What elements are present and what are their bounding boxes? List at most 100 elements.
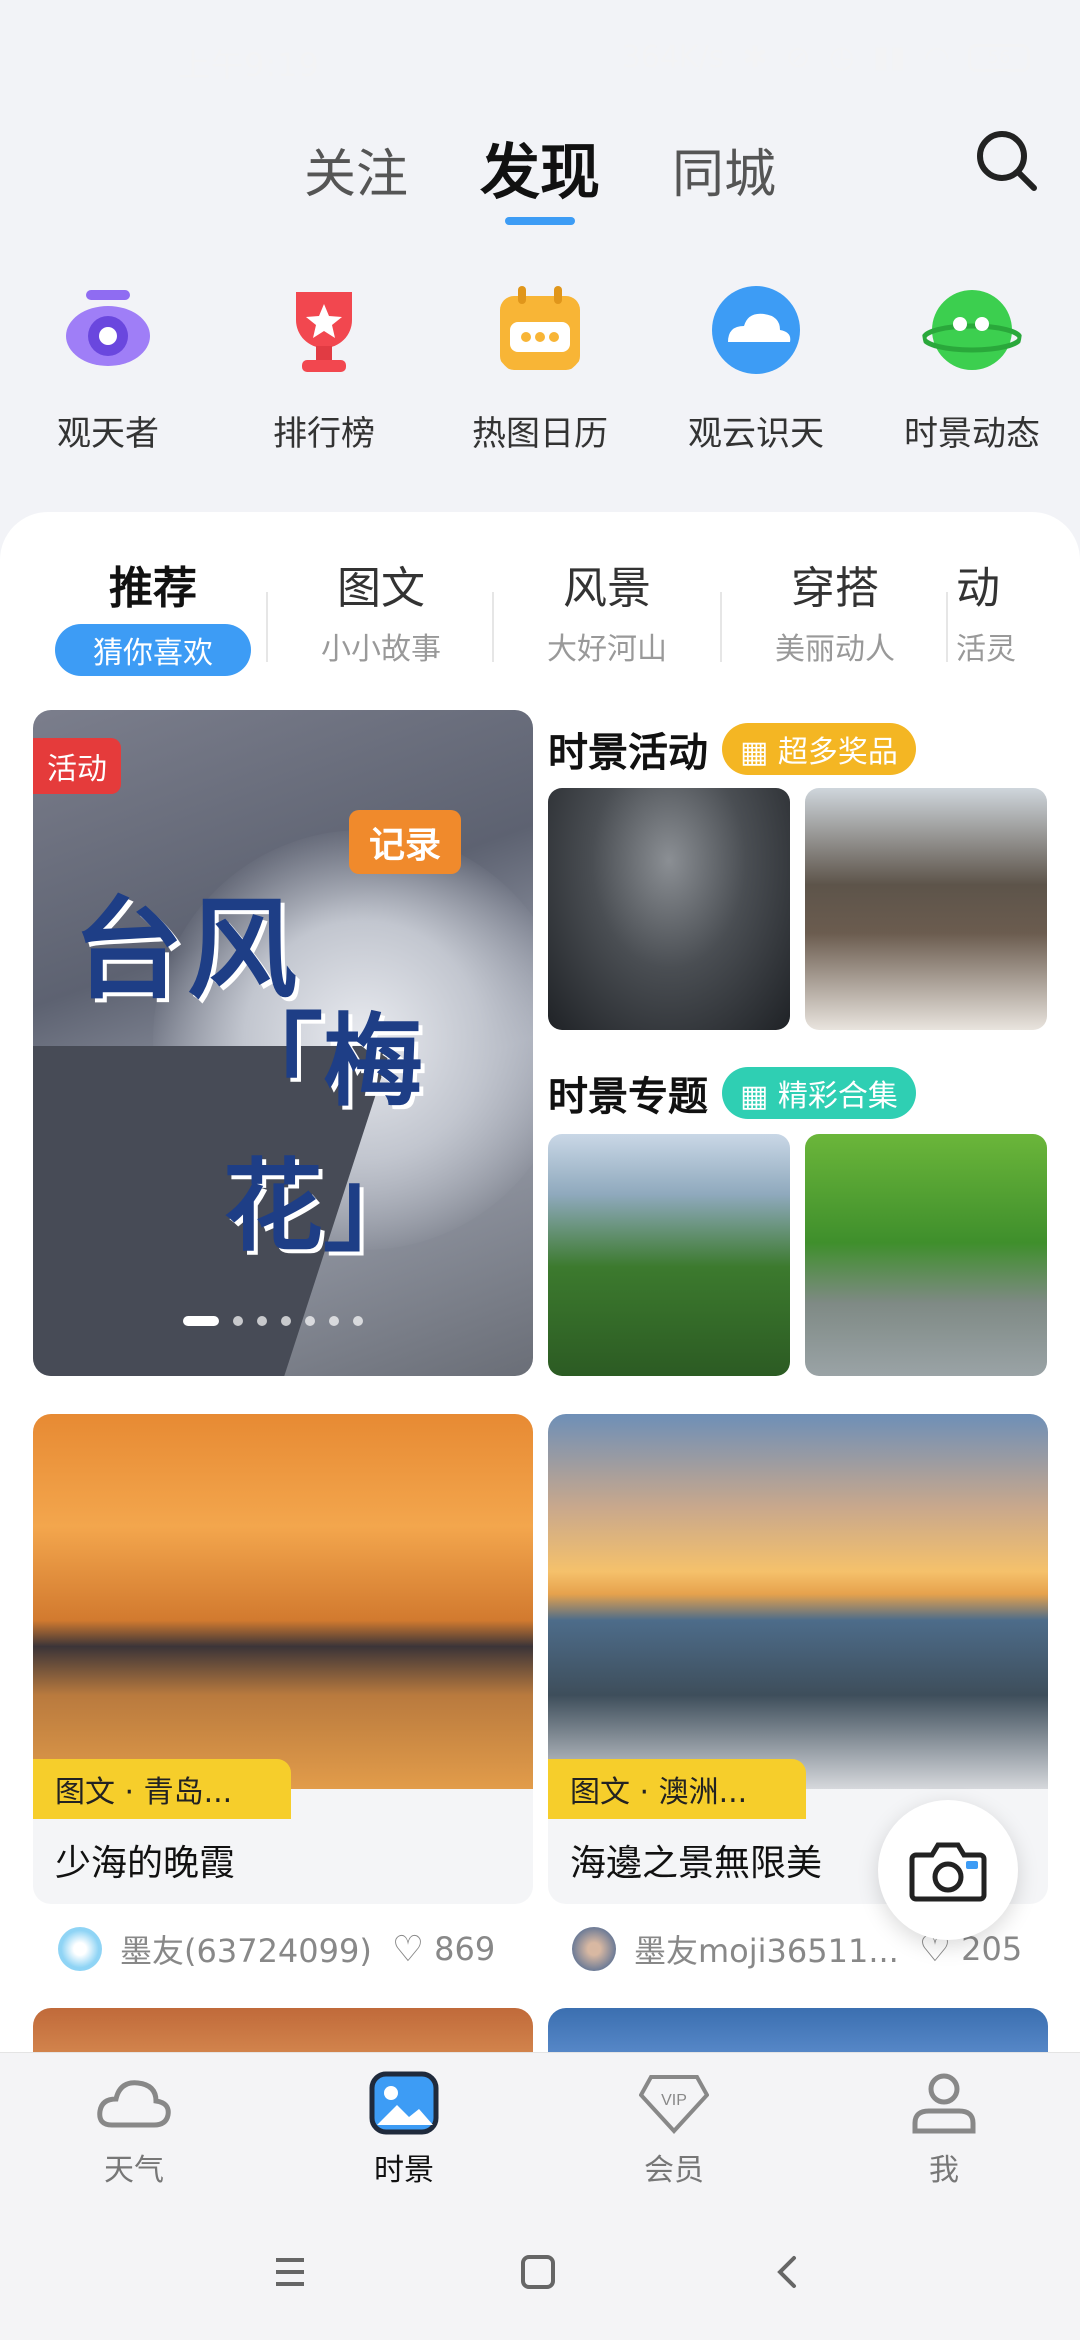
- bottom-nav: 天气 时景 VIP 会员 我: [0, 2052, 1080, 2212]
- location-tag: 图文 · 澳洲...: [548, 1759, 806, 1819]
- rain-street-thumbnail[interactable]: [805, 1134, 1047, 1376]
- category-sub: 大好河山: [547, 632, 667, 667]
- nav-scenes[interactable]: 时景: [334, 2071, 474, 2189]
- shortcut-label: 时景动态: [904, 414, 1040, 454]
- cloud-icon: [712, 286, 800, 374]
- author-name: 墨友moji36511...: [634, 1932, 899, 1970]
- carousel-dot: [353, 1316, 363, 1326]
- shortcut-label: 排行榜: [273, 414, 375, 454]
- author-name: 墨友(63724099): [120, 1932, 372, 1970]
- category-recommend[interactable]: 推荐 猜你喜欢: [48, 552, 258, 676]
- status-icons: 364K/s ✱ ⊘ ◷ ▮▮ ◠ 56: [622, 40, 1030, 75]
- menu-icon[interactable]: [270, 2252, 310, 2292]
- module-title-text: 时景活动: [548, 730, 708, 776]
- bluetooth-icon: ✱: [742, 40, 768, 75]
- avatar: [58, 1927, 102, 1971]
- svg-text:VIP: VIP: [661, 2092, 687, 2109]
- carousel-dot: [329, 1316, 339, 1326]
- signal-icon: ▮▮: [872, 40, 906, 75]
- record-badge: 记录: [349, 810, 462, 874]
- nav-label: 时景: [374, 2153, 434, 2188]
- category-title: 风景: [563, 563, 651, 614]
- shortcut-label: 热图日历: [472, 414, 608, 454]
- trophy-icon: [296, 292, 352, 372]
- camera-button[interactable]: [878, 1800, 1018, 1940]
- feed-card[interactable]: 图文 · 青岛... 少海的晚霞: [33, 1414, 533, 1904]
- category-sub: 美丽动人: [775, 632, 895, 667]
- shortcut-cloud[interactable]: 观云识天: [656, 280, 856, 455]
- shortcut-ranking[interactable]: 排行榜: [224, 280, 424, 455]
- search-icon[interactable]: [970, 124, 1042, 196]
- feed-card-partial[interactable]: [548, 2008, 1048, 2052]
- hero-banner[interactable]: 活动 记录 台风 「梅花」: [33, 710, 533, 1376]
- tab-discover[interactable]: 发现: [480, 124, 600, 225]
- carousel-dot: [183, 1316, 219, 1326]
- tab-label: 同城: [672, 145, 777, 205]
- back-icon[interactable]: [768, 2252, 808, 2292]
- pill-label: 超多奖品: [777, 735, 898, 770]
- carousel-dot: [257, 1316, 267, 1326]
- tab-follow[interactable]: 关注: [304, 132, 408, 207]
- category-outfit[interactable]: 穿搭 美丽动人: [730, 552, 940, 668]
- storm-thumbnail[interactable]: [548, 788, 790, 1030]
- vip-icon: VIP: [638, 2075, 710, 2134]
- shortcut-watcher[interactable]: 观天者: [8, 280, 208, 455]
- feed-card-partial[interactable]: [33, 2008, 533, 2052]
- carousel-dot: [233, 1316, 243, 1326]
- network-speed: 364K/s: [621, 40, 725, 75]
- category-more[interactable]: 动 活灵: [956, 552, 1036, 668]
- category-title: 图文: [337, 563, 425, 614]
- divider: [492, 592, 494, 662]
- carousel-dot: [281, 1316, 291, 1326]
- category-scenery[interactable]: 风景 大好河山: [502, 552, 712, 668]
- home-icon[interactable]: [518, 2252, 558, 2292]
- photo-icon: [369, 2071, 439, 2135]
- topic-module-title[interactable]: 时景专题 ▦ 精彩合集: [548, 1064, 916, 1122]
- location-tag: 图文 · 青岛...: [33, 1759, 291, 1819]
- status-bar: 上午9:19 364K/s ✱ ⊘ ◷ ▮▮ ◠ 56: [0, 0, 1080, 120]
- gift-icon: ▦: [740, 735, 778, 770]
- planet-icon: [921, 290, 1023, 370]
- flood-thumbnail[interactable]: [805, 788, 1047, 1030]
- divider: [720, 592, 722, 662]
- post-caption: 海邊之景無限美: [570, 1843, 823, 1884]
- category-title: 推荐: [109, 563, 197, 614]
- tab-active-indicator: [505, 217, 575, 225]
- shortcut-calendar[interactable]: 热图日历: [440, 280, 640, 455]
- divider: [946, 592, 948, 662]
- shortcut-dynamics[interactable]: 时景动态: [872, 280, 1072, 455]
- camera-icon: [909, 1842, 987, 1902]
- alarm-icon: ◷: [828, 40, 855, 75]
- nav-weather[interactable]: 天气: [64, 2071, 204, 2189]
- eye-icon: [66, 290, 150, 366]
- seascape-photo: [548, 1414, 1048, 1789]
- weather-cloud-icon: [97, 2080, 171, 2128]
- activity-tag: 活动: [33, 738, 121, 794]
- shortcut-row: 观天者 排行榜 热图日历 观云识天 时景动态: [0, 280, 1080, 460]
- fallen-tree-thumbnail[interactable]: [548, 1134, 790, 1376]
- system-nav-bar: [0, 2212, 1080, 2340]
- category-title: 穿搭: [791, 563, 879, 614]
- avatar: [572, 1927, 616, 1971]
- heart-icon[interactable]: ♡: [392, 1929, 424, 1970]
- status-time: 上午9:19: [178, 46, 320, 84]
- post-caption: 少海的晚霞: [55, 1843, 236, 1884]
- activity-module-title[interactable]: 时景活动 ▦ 超多奖品: [548, 720, 916, 778]
- nav-label: 会员: [644, 2153, 704, 2188]
- post-author[interactable]: 墨友(63724099) ♡ 869: [58, 1926, 495, 1972]
- nav-me[interactable]: 我: [874, 2071, 1014, 2189]
- nav-vip[interactable]: VIP 会员: [604, 2071, 744, 2189]
- category-tabs: 推荐 猜你喜欢 图文 小小故事 风景 大好河山 穿搭 美丽动人 动 活灵: [30, 552, 1080, 676]
- category-graphic[interactable]: 图文 小小故事: [276, 552, 486, 668]
- module-title-text: 时景专题: [548, 1074, 708, 1120]
- category-sub: 活灵: [956, 632, 1016, 667]
- mute-icon: ⊘: [785, 40, 811, 75]
- collection-pill: ▦ 精彩合集: [722, 1067, 916, 1119]
- grid-icon: ▦: [740, 1079, 778, 1114]
- carousel-dots: [183, 1316, 363, 1326]
- prize-pill: ▦ 超多奖品: [722, 723, 916, 775]
- user-icon: [912, 2073, 976, 2134]
- shortcut-label: 观天者: [57, 414, 159, 454]
- tab-same-city[interactable]: 同城: [672, 132, 776, 207]
- nav-label: 我: [929, 2153, 959, 2188]
